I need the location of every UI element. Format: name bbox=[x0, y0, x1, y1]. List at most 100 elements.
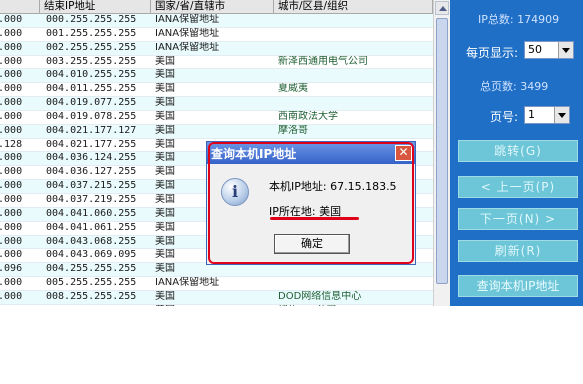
cell-end-ip: 000.255.255.255 bbox=[46, 14, 137, 25]
cell-country: 美国 bbox=[155, 110, 175, 122]
cell-start-ip: 0.000 bbox=[0, 277, 23, 289]
cell-city: 纽约IBM公司 bbox=[278, 305, 432, 306]
per-page-value: 50 bbox=[528, 43, 542, 56]
local-ip-dialog: 查询本机IP地址 ✕ i 本机IP地址: 67.15.183.5 IP所在地: … bbox=[206, 141, 416, 265]
cell-end-ip: 009.255.255.255 bbox=[46, 305, 150, 306]
close-icon[interactable]: ✕ bbox=[395, 145, 412, 161]
ok-button[interactable]: 确定 bbox=[274, 234, 350, 254]
table-row[interactable]: 0.000 003.255.255.255 美国 新泽西通用电气公司 bbox=[0, 55, 433, 70]
cell-start-ip: 0.000 bbox=[0, 69, 23, 81]
cell-start-ip: 0.000 bbox=[0, 27, 23, 39]
chevron-down-icon[interactable] bbox=[558, 42, 573, 58]
cell-end-ip: 001.255.255.255 bbox=[46, 27, 137, 39]
cell-country: 美国 bbox=[155, 290, 175, 302]
cell-start-ip: 5.000 bbox=[0, 193, 23, 205]
cell-start-ip: 0.000 bbox=[0, 41, 23, 53]
cell-city: 摩洛哥 bbox=[278, 124, 308, 136]
page-number-select[interactable]: 1 bbox=[524, 106, 570, 124]
table-row[interactable]: 0.000 004.019.077.255 美国 bbox=[0, 97, 433, 111]
next-page-button[interactable]: 下一页(N) > bbox=[458, 208, 578, 230]
cell-country: 美国 bbox=[155, 69, 175, 81]
column-header-country[interactable]: 国家/省/直辖市 bbox=[151, 0, 274, 13]
cell-start-ip: 0.000 bbox=[0, 14, 23, 25]
table-row[interactable]: 0.000 009.255.255.255 美国 纽约IBM公司 bbox=[0, 304, 433, 306]
ip-location-text: IP所在地: 美国 bbox=[269, 205, 342, 218]
cell-end-ip: 004.036.127.255 bbox=[46, 166, 137, 178]
cell-start-ip: 1.000 bbox=[0, 221, 23, 233]
info-icon: i bbox=[221, 178, 249, 206]
column-header-city[interactable]: 城市/区县/组织 bbox=[274, 0, 433, 13]
table-row[interactable]: 0.000 004.011.255.255 美国 夏威夷 bbox=[0, 83, 433, 98]
cell-end-ip: 005.255.255.255 bbox=[46, 277, 137, 289]
cell-end-ip: 002.255.255.255 bbox=[46, 41, 137, 53]
cell-end-ip: 004.037.219.255 bbox=[46, 193, 137, 205]
cell-start-ip: 0.000 bbox=[0, 97, 23, 109]
vertical-scrollbar[interactable] bbox=[433, 0, 451, 306]
refresh-button[interactable]: 刷新(R) bbox=[458, 240, 578, 262]
page-number-value: 1 bbox=[528, 108, 535, 121]
table-row[interactable]: 0.000 008.255.255.255 美国 DOD网络信息中心 bbox=[0, 290, 433, 305]
cell-end-ip: 004.021.177.127 bbox=[46, 124, 137, 136]
cell-end-ip: 004.255.255.255 bbox=[46, 263, 137, 275]
cell-start-ip: 2.000 bbox=[0, 235, 23, 247]
cell-country: IANA保留地址 bbox=[155, 41, 220, 53]
table-row[interactable]: 0.000 005.255.255.255 IANA保留地址 bbox=[0, 277, 433, 291]
chevron-down-icon[interactable] bbox=[554, 107, 569, 123]
cell-start-ip: 0.000 bbox=[0, 152, 23, 164]
cell-country: 美国 bbox=[155, 83, 175, 95]
cell-start-ip: 9.096 bbox=[0, 263, 23, 275]
local-ip-text: 本机IP地址: 67.15.183.5 bbox=[269, 180, 397, 193]
per-page-label: 每页显示: bbox=[466, 46, 519, 60]
cell-start-ip: 9.000 bbox=[0, 124, 23, 136]
total-ip-count: IP总数: 174909 bbox=[478, 13, 560, 26]
page-number-label: 页号: bbox=[490, 110, 519, 124]
table-row[interactable]: 0.000 004.019.078.255 美国 西南政法大学 bbox=[0, 110, 433, 125]
column-header-start[interactable] bbox=[0, 0, 40, 13]
query-local-ip-button[interactable]: 查询本机IP地址 bbox=[458, 275, 578, 297]
cell-end-ip: 004.041.060.255 bbox=[46, 207, 137, 219]
table-row[interactable]: 0.000 002.255.255.255 IANA保留地址 bbox=[0, 41, 433, 56]
cell-country: IANA保留地址 bbox=[155, 14, 220, 25]
cell-country: 美国 bbox=[155, 305, 273, 306]
dialog-titlebar[interactable]: 查询本机IP地址 ✕ bbox=[207, 142, 415, 164]
cell-city: 夏威夷 bbox=[278, 83, 308, 95]
cell-end-ip: 008.255.255.255 bbox=[46, 290, 137, 302]
table-row[interactable]: 0.000 004.010.255.255 美国 bbox=[0, 69, 433, 84]
cell-country: IANA保留地址 bbox=[155, 27, 220, 39]
cell-country: 美国 bbox=[155, 97, 175, 109]
dialog-title: 查询本机IP地址 bbox=[211, 147, 297, 161]
cell-start-ip: 0.000 bbox=[0, 55, 23, 67]
cell-end-ip: 004.043.068.255 bbox=[46, 235, 137, 247]
table-row[interactable]: 9.000 004.021.177.127 美国 摩洛哥 bbox=[0, 124, 433, 139]
cell-start-ip: 0.000 bbox=[0, 83, 23, 95]
table-row[interactable]: 9.096 004.255.255.255 美国 bbox=[0, 263, 433, 278]
cell-end-ip: 004.019.077.255 bbox=[46, 97, 137, 109]
cell-city: DOD网络信息中心 bbox=[278, 290, 362, 302]
cell-country: 美国 bbox=[155, 55, 175, 67]
cell-city: 新泽西通用电气公司 bbox=[278, 55, 368, 67]
cell-start-ip: 7.128 bbox=[0, 138, 23, 150]
cell-end-ip: 004.021.177.255 bbox=[46, 138, 137, 150]
table-header: 结束IP地址 国家/省/直辖市 城市/区县/组织 bbox=[0, 0, 433, 14]
cell-end-ip: 004.041.061.255 bbox=[46, 221, 137, 233]
table-row[interactable]: 0.000 000.255.255.255 IANA保留地址 bbox=[0, 14, 433, 28]
column-header-end-ip[interactable]: 结束IP地址 bbox=[40, 0, 151, 13]
cell-start-ip: 0.000 bbox=[0, 290, 23, 302]
cell-start-ip: 8.000 bbox=[0, 180, 23, 192]
per-page-select[interactable]: 50 bbox=[524, 41, 574, 59]
cell-start-ip: 0.000 bbox=[0, 207, 23, 219]
cell-end-ip: 003.255.255.255 bbox=[46, 55, 137, 67]
cell-start-ip: 0.000 bbox=[0, 249, 23, 261]
cell-end-ip: 004.011.255.255 bbox=[46, 83, 137, 95]
cell-country: 美国 bbox=[155, 124, 175, 136]
cell-end-ip: 004.019.078.255 bbox=[46, 110, 137, 122]
jump-button[interactable]: 跳转(G) bbox=[458, 140, 578, 162]
cell-start-ip: 0.000 bbox=[0, 305, 38, 306]
table-row[interactable]: 0.000 001.255.255.255 IANA保留地址 bbox=[0, 27, 433, 42]
previous-page-button[interactable]: < 上一页(P) bbox=[458, 176, 578, 198]
scroll-thumb[interactable] bbox=[436, 18, 448, 284]
scroll-up-arrow-icon[interactable] bbox=[435, 1, 449, 15]
cell-start-ip: 0.000 bbox=[0, 110, 23, 122]
cell-country: 美国 bbox=[155, 263, 175, 275]
total-pages: 总页数: 3499 bbox=[480, 80, 549, 93]
